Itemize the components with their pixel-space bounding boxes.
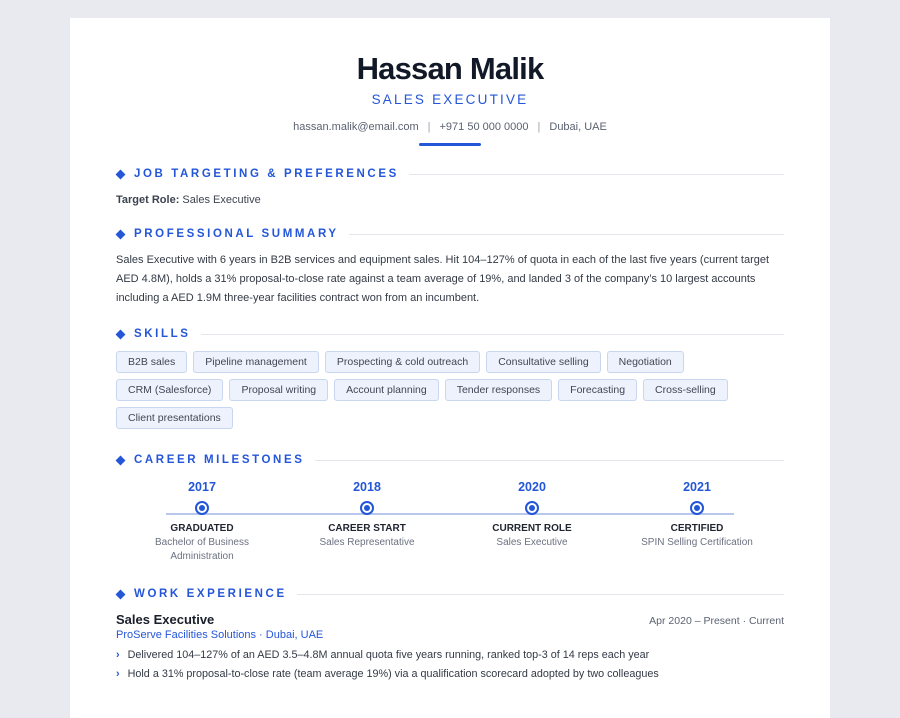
diamond-bullet-icon [115, 329, 126, 339]
milestone-dot-icon [195, 501, 209, 515]
section-title: PROFESSIONAL SUMMARY [134, 228, 339, 240]
job-company: ProServe Facilities Solutions · Dubai, U… [116, 629, 324, 641]
skill-chip: Pipeline management [193, 351, 319, 373]
milestone-year: 2018 [353, 480, 381, 494]
skill-chip: Negotiation [606, 351, 684, 373]
milestone-label: CURRENT ROLE [492, 523, 572, 534]
section-divider [296, 593, 784, 595]
candidate-name: Hassan Malik [356, 51, 545, 86]
contact-separator: | [427, 121, 431, 133]
summary-text: Sales Executive with 6 years in B2B serv… [116, 254, 770, 304]
job-dates: Apr 2020 – Present · Current [649, 615, 784, 627]
skill-chip: Tender responses [444, 379, 553, 401]
section-header-summary: PROFESSIONAL SUMMARY [115, 227, 784, 241]
skill-chip: Client presentations [116, 407, 233, 429]
diamond-bullet-icon [115, 589, 126, 599]
resume-body: JOB TARGETING & PREFERENCES Target Role:… [70, 167, 830, 684]
skill-chip: Consultative selling [486, 351, 601, 373]
contact-separator: | [537, 121, 541, 133]
section-title: WORK EXPERIENCE [134, 588, 287, 600]
milestone-dot-icon [525, 501, 539, 515]
milestone-description: SPIN Selling Certification [641, 537, 753, 548]
milestone-timeline: 2017 GRADUATED Bachelor of Business Admi… [116, 473, 784, 583]
resume-page: Hassan Malik SALES EXECUTIVE hassan.mali… [70, 18, 830, 718]
header-accent-rule [419, 143, 481, 146]
skill-chip: CRM (Salesforce) [116, 379, 224, 401]
contact-phone[interactable]: +971 50 000 0000 [440, 121, 529, 133]
section-divider [408, 173, 784, 175]
skill-chip: Cross-selling [643, 379, 728, 401]
milestone-dot-icon [360, 501, 374, 515]
skills-list: B2B sales Pipeline management Prospectin… [116, 351, 736, 429]
milestone-label: GRADUATED [170, 523, 234, 534]
skill-chip: B2B sales [116, 351, 188, 373]
job-bullets: › Delivered 104–127% of an AED 3.5–4.8M … [116, 646, 784, 684]
section-header-targeting: JOB TARGETING & PREFERENCES [115, 167, 784, 181]
target-role: Target Role: Sales Executive [116, 194, 784, 206]
resume-header: Hassan Malik SALES EXECUTIVE hassan.mali… [70, 18, 830, 146]
milestone-label: CERTIFIED [670, 523, 724, 534]
milestone-year: 2020 [518, 480, 546, 494]
diamond-bullet-icon [115, 455, 126, 465]
milestone-year: 2017 [188, 480, 216, 494]
target-role-label: Target Role: [116, 194, 180, 206]
section-title: JOB TARGETING & PREFERENCES [134, 168, 399, 180]
section-divider [314, 459, 784, 461]
job-header: Sales Executive Apr 2020 – Present · Cur… [116, 612, 784, 627]
skill-chip: Proposal writing [229, 379, 329, 401]
job-title: Sales Executive [116, 612, 215, 627]
diamond-bullet-icon [115, 169, 126, 179]
skill-chip: Prospecting & cold outreach [324, 351, 481, 373]
section-title: CAREER MILESTONES [134, 454, 305, 466]
candidate-title: SALES EXECUTIVE [371, 92, 529, 107]
job-entry: Sales Executive Apr 2020 – Present · Cur… [116, 612, 784, 684]
milestone-item: 2020 CURRENT ROLE Sales Executive [457, 473, 607, 550]
milestone-item: 2021 CERTIFIED SPIN Selling Certificatio… [622, 473, 772, 550]
milestone-item: 2017 GRADUATED Bachelor of Business Admi… [127, 473, 277, 564]
target-role-value: Sales Executive [182, 194, 261, 206]
section-divider [200, 333, 784, 335]
contact-email[interactable]: hassan.malik@email.com [293, 121, 419, 133]
section-title: SKILLS [134, 328, 191, 340]
section-header-skills: SKILLS [115, 327, 784, 341]
contact-location: Dubai, UAE [549, 121, 607, 133]
job-bullet-text: Delivered 104–127% of an AED 3.5–4.8M an… [127, 649, 650, 661]
milestone-description: Bachelor of Business Administration [155, 537, 249, 562]
milestone-label: CAREER START [328, 523, 406, 534]
diamond-bullet-icon [115, 229, 126, 239]
milestone-description: Sales Representative [319, 537, 415, 548]
skill-chip: Account planning [334, 379, 439, 401]
skill-chip: Forecasting [558, 379, 638, 401]
job-bullet: › Delivered 104–127% of an AED 3.5–4.8M … [116, 646, 784, 665]
milestone-description: Sales Executive [496, 537, 568, 548]
section-header-experience: WORK EXPERIENCE [115, 587, 784, 601]
milestone-item: 2018 CAREER START Sales Representative [292, 473, 442, 550]
contact-line: hassan.malik@email.com | +971 50 000 0000 |… [70, 120, 830, 134]
milestone-dot-icon [690, 501, 704, 515]
milestone-year: 2021 [683, 480, 711, 494]
chevron-right-icon: › [116, 649, 120, 661]
section-divider [348, 233, 784, 235]
section-header-milestones: CAREER MILESTONES [115, 453, 784, 467]
